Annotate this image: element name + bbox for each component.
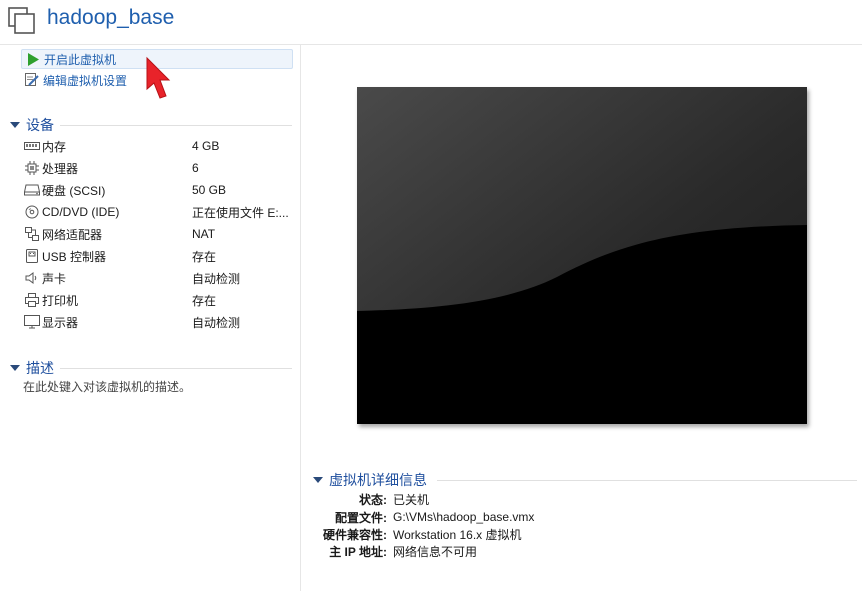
device-value: 存在 (192, 249, 217, 264)
usb-icon (24, 248, 40, 264)
section-divider (60, 368, 292, 369)
vm-copy-icon (8, 7, 35, 34)
collapse-triangle-icon (10, 365, 20, 371)
section-divider (437, 480, 857, 481)
vm-header: hadoop_base (0, 0, 862, 45)
printer-icon (24, 292, 40, 308)
detail-key-text: 配置文件: (335, 510, 387, 525)
device-name: 硬盘 (SCSI) (42, 183, 106, 198)
device-row-sound-card[interactable]: 声卡 自动检测 (24, 268, 294, 288)
collapse-triangle-icon (10, 122, 20, 128)
screen-wave-graphic (357, 87, 807, 424)
device-row-printer[interactable]: 打印机 存在 (24, 290, 294, 310)
detail-value-text: Workstation 16.x 虚拟机 (393, 527, 522, 542)
detail-key-text: 主 IP 地址: (329, 544, 387, 559)
devices-section-toggle[interactable]: 设备 (10, 115, 54, 135)
description-field[interactable]: 在此处键入对该虚拟机的描述。 (23, 378, 191, 395)
details-section-toggle[interactable]: 虚拟机详细信息 (313, 470, 427, 490)
red-pointer-cursor-icon (146, 56, 171, 99)
detail-key-text: 硬件兼容性: (323, 527, 387, 542)
device-name: 打印机 (42, 293, 79, 308)
detail-value-text: 网络信息不可用 (393, 544, 478, 559)
device-value: 自动检测 (192, 315, 241, 330)
cd-dvd-icon (24, 204, 40, 220)
detail-value-text: 已关机 (393, 492, 430, 507)
device-value: 存在 (192, 293, 217, 308)
edit-settings-icon (25, 73, 39, 87)
device-name: 网络适配器 (42, 227, 103, 242)
device-row-cpu[interactable]: 处理器 6 (24, 158, 294, 178)
device-value: 4 GB (192, 139, 220, 153)
memory-icon (24, 138, 40, 154)
collapse-triangle-icon (313, 477, 323, 483)
detail-key-text: 状态: (359, 492, 387, 507)
description-section-title: 描述 (26, 360, 54, 376)
detail-value-text: G:\VMs\hadoop_base.vmx (393, 510, 535, 524)
detail-key: 状态: (301, 490, 387, 508)
edit-settings-label: 编辑虚拟机设置 (43, 73, 128, 88)
vm-screen-thumbnail[interactable] (357, 87, 807, 424)
description-section-toggle[interactable]: 描述 (10, 358, 54, 378)
section-divider (60, 125, 292, 126)
power-on-label: 开启此虚拟机 (44, 52, 117, 67)
devices-section-title: 设备 (26, 117, 54, 133)
details-section-title: 虚拟机详细信息 (329, 472, 427, 488)
device-row-memory[interactable]: 内存 4 GB (24, 136, 294, 156)
device-name: 声卡 (42, 271, 67, 286)
device-row-cd-dvd[interactable]: CD/DVD (IDE) 正在使用文件 E:... (24, 202, 294, 222)
device-name: 内存 (42, 139, 67, 154)
device-name: 处理器 (42, 161, 79, 176)
monitor-icon (24, 314, 40, 330)
device-value: 50 GB (192, 183, 227, 197)
device-value: 自动检测 (192, 271, 241, 286)
right-panel: 虚拟机详细信息 状态: 已关机 配置文件: G:\VMs\hadoop_base… (301, 45, 862, 591)
left-panel: 开启此虚拟机 编辑虚拟机设置 设备 内存 4 GB 处理器 6 硬盘 (SCSI… (0, 45, 301, 591)
speaker-icon (24, 270, 40, 286)
device-row-hard-disk[interactable]: 硬盘 (SCSI) 50 GB (24, 180, 294, 200)
detail-key: 主 IP 地址: (301, 542, 387, 560)
device-row-display[interactable]: 显示器 自动检测 (24, 312, 294, 332)
vm-title: hadoop_base (47, 6, 175, 29)
device-value: NAT (192, 227, 216, 241)
device-value: 6 (192, 161, 199, 175)
detail-key: 硬件兼容性: (301, 525, 387, 543)
device-name: CD/DVD (IDE) (42, 205, 120, 219)
device-value: 正在使用文件 E:... (192, 205, 289, 220)
network-adapter-icon (24, 226, 40, 242)
hard-disk-icon (24, 182, 40, 198)
cpu-icon (24, 160, 40, 176)
device-row-usb[interactable]: USB 控制器 存在 (24, 246, 294, 266)
detail-key: 配置文件: (301, 508, 387, 526)
device-name: 显示器 (42, 315, 79, 330)
device-name: USB 控制器 (42, 249, 107, 264)
play-icon (26, 52, 40, 66)
device-row-network[interactable]: 网络适配器 NAT (24, 224, 294, 244)
